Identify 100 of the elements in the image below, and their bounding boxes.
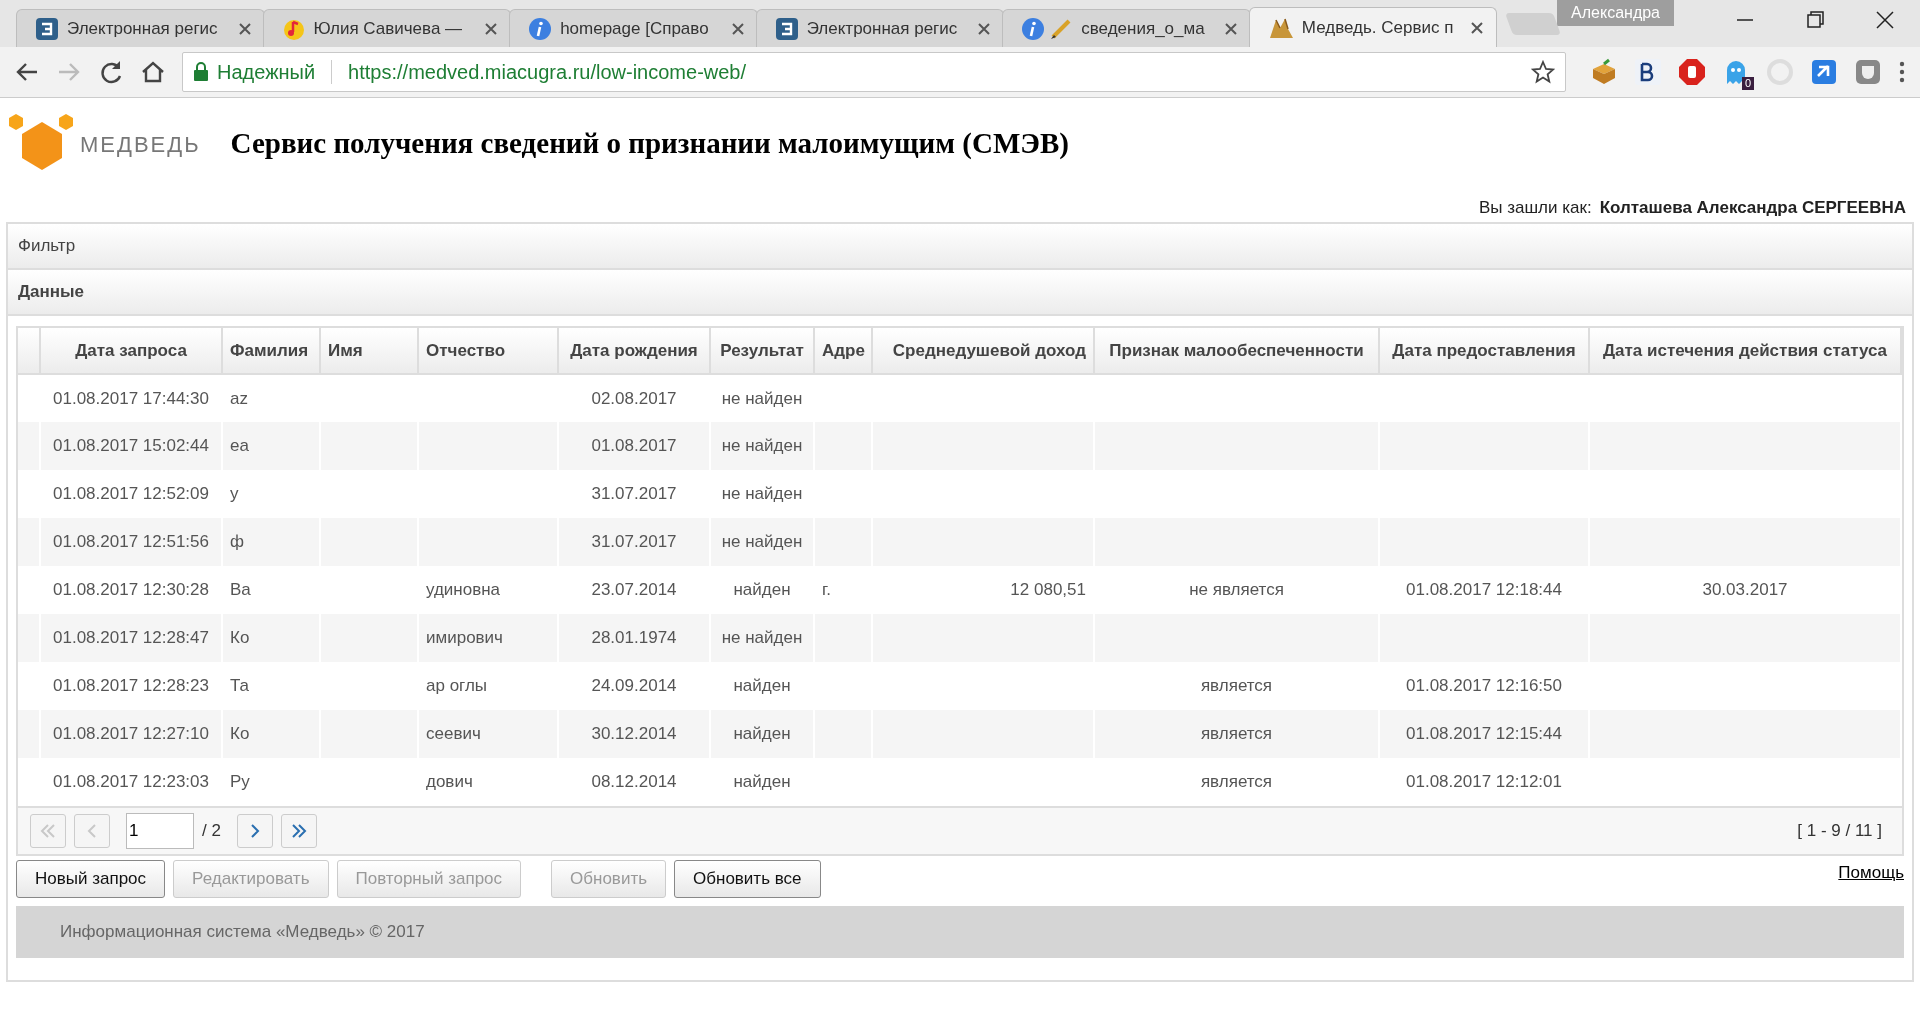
column-header[interactable]: Дата истечения действия статуса xyxy=(1589,328,1901,374)
letter-tile-icon xyxy=(35,16,59,41)
action-button[interactable]: Обновить все xyxy=(674,860,821,898)
table-cell: ар оглы xyxy=(418,662,558,710)
table-cell: 08.12.2014 xyxy=(558,758,710,806)
table-cell: найден xyxy=(710,662,814,710)
column-header[interactable]: Адре xyxy=(814,328,872,374)
close-icon[interactable] xyxy=(1223,21,1238,36)
panel-title: Фильтр xyxy=(18,235,76,258)
close-icon[interactable] xyxy=(730,21,745,36)
box-icon[interactable] xyxy=(1590,58,1618,86)
browser-tab[interactable]: Электронная регис xyxy=(755,9,1005,47)
table-cell: Ру xyxy=(222,758,320,806)
tab-title: homepage [Справо xyxy=(560,17,710,40)
table-cell: 01.08.2017 12:28:47 xyxy=(40,614,222,662)
table-cell: 28.01.1974 xyxy=(558,614,710,662)
browser-tab[interactable]: Электронная регис xyxy=(16,9,265,47)
column-header[interactable]: Имя xyxy=(320,328,418,374)
table-cell: не является xyxy=(1094,566,1379,614)
lock-icon xyxy=(193,62,209,82)
help-link[interactable]: Помощь xyxy=(1838,860,1904,886)
login-label: Вы зашли как: xyxy=(1478,196,1592,219)
table-cell: не найден xyxy=(710,614,814,662)
arrow-tile-icon[interactable] xyxy=(1810,58,1838,86)
browser-tab[interactable]: homepage [Справо xyxy=(509,9,758,47)
browser-tab[interactable]: сведения_о_ма xyxy=(1002,9,1251,47)
close-icon[interactable] xyxy=(484,21,499,36)
table-cell: 12 080,51 xyxy=(872,566,1094,614)
table-cell: найден xyxy=(710,566,814,614)
tab-title: Юлия Савичева — xyxy=(313,17,464,40)
table-cell: не найден xyxy=(710,518,814,566)
table-cell: ea xyxy=(222,422,320,470)
table-cell: 01.08.2017 12:30:28 xyxy=(40,566,222,614)
close-icon[interactable] xyxy=(977,21,992,36)
column-header[interactable]: Признак малообеспеченности xyxy=(1094,328,1379,374)
column-header[interactable]: Дата предоставления xyxy=(1379,328,1589,374)
table-cell: Та xyxy=(222,662,320,710)
table-cell: 24.09.2014 xyxy=(558,662,710,710)
tab-title: Электронная регис xyxy=(806,17,959,40)
footer-text: Информационная система «Медведь» © 2017 xyxy=(60,921,425,944)
table-cell: 01.08.2017 15:02:44 xyxy=(40,422,222,470)
user-name-link[interactable]: Колташева Александра СЕРГЕЕВНА xyxy=(1599,194,1906,220)
last-page-button[interactable] xyxy=(280,814,317,848)
url-text: https://medved.miacugra.ru/low-income-web/ xyxy=(348,60,748,85)
table-cell: является xyxy=(1094,662,1379,710)
menu-icon[interactable] xyxy=(1898,60,1906,84)
page-count: / 2 xyxy=(202,820,221,843)
table-cell: 02.08.2017 xyxy=(558,374,710,422)
table-cell: является xyxy=(1094,710,1379,758)
table-cell: 01.08.2017 12:12:01 xyxy=(1379,758,1589,806)
table-cell: 01.08.2017 12:51:56 xyxy=(40,518,222,566)
table-cell: дович xyxy=(418,758,558,806)
table-cell: 31.07.2017 xyxy=(558,518,710,566)
table-cell: найден xyxy=(710,758,814,806)
table-cell: удиновна xyxy=(418,566,558,614)
table-cell: 23.07.2014 xyxy=(558,566,710,614)
table-cell: сеевич xyxy=(418,710,558,758)
table-cell: 01.08.2017 17:44:30 xyxy=(40,374,222,422)
browser-tab[interactable]: Медведь. Сервис п xyxy=(1248,7,1498,47)
tab-title: Электронная регис xyxy=(67,17,219,40)
letter-b-icon[interactable] xyxy=(1634,58,1662,86)
table-cell: 01.08.2017 xyxy=(558,422,710,470)
action-button[interactable]: Новый запрос xyxy=(16,860,166,898)
stop-hand-icon[interactable] xyxy=(1678,58,1706,86)
table-cell: найден xyxy=(710,710,814,758)
table-cell: у xyxy=(222,470,320,518)
close-icon[interactable] xyxy=(237,21,252,36)
table-cell: 01.08.2017 12:27:10 xyxy=(40,710,222,758)
column-header[interactable]: Дата рождения xyxy=(558,328,710,374)
table-cell: не найден xyxy=(710,374,814,422)
tab-title: сведения_о_ма xyxy=(1081,17,1206,40)
browser-tab[interactable]: Юлия Савичева — xyxy=(262,9,512,47)
address-bar[interactable]: Надежный https://medved.miacugra.ru/low-income-web/ xyxy=(182,52,1566,92)
table-cell: 30.12.2014 xyxy=(558,710,710,758)
badge-count: 0 xyxy=(1741,77,1754,90)
table-cell: 01.08.2017 12:52:09 xyxy=(40,470,222,518)
table-cell: az xyxy=(222,374,320,422)
table-cell: 01.08.2017 12:16:50 xyxy=(1379,662,1589,710)
record-range: [ 1 - 9 / 11 ] xyxy=(1797,820,1882,843)
table-cell: не найден xyxy=(710,470,814,518)
table-cell: г. xyxy=(814,566,872,614)
table-cell: 01.08.2017 12:28:23 xyxy=(40,662,222,710)
star-icon[interactable] xyxy=(1531,60,1555,84)
close-icon[interactable] xyxy=(1470,20,1485,35)
info-icon xyxy=(528,16,553,41)
table-cell: ф xyxy=(222,518,320,566)
page-number-field[interactable]: 1 xyxy=(126,813,194,849)
logo-text: МЕДВЕДЬ xyxy=(80,130,201,159)
column-header[interactable]: Отчество xyxy=(418,328,558,374)
column-header[interactable]: Среднедушевой доход xyxy=(872,328,1094,374)
column-header[interactable]: Дата запроса xyxy=(40,328,222,374)
panel-title: Данные xyxy=(18,281,85,304)
column-header[interactable]: Результат xyxy=(710,328,814,374)
letter-tile-icon xyxy=(774,16,799,41)
next-page-button[interactable] xyxy=(236,814,273,848)
shield-icon[interactable] xyxy=(1854,58,1882,86)
column-header[interactable]: Фамилия xyxy=(222,328,320,374)
tab-title: Медведь. Сервис п xyxy=(1301,16,1455,39)
table-cell: Ва xyxy=(222,566,320,614)
table-cell: является xyxy=(1094,758,1379,806)
